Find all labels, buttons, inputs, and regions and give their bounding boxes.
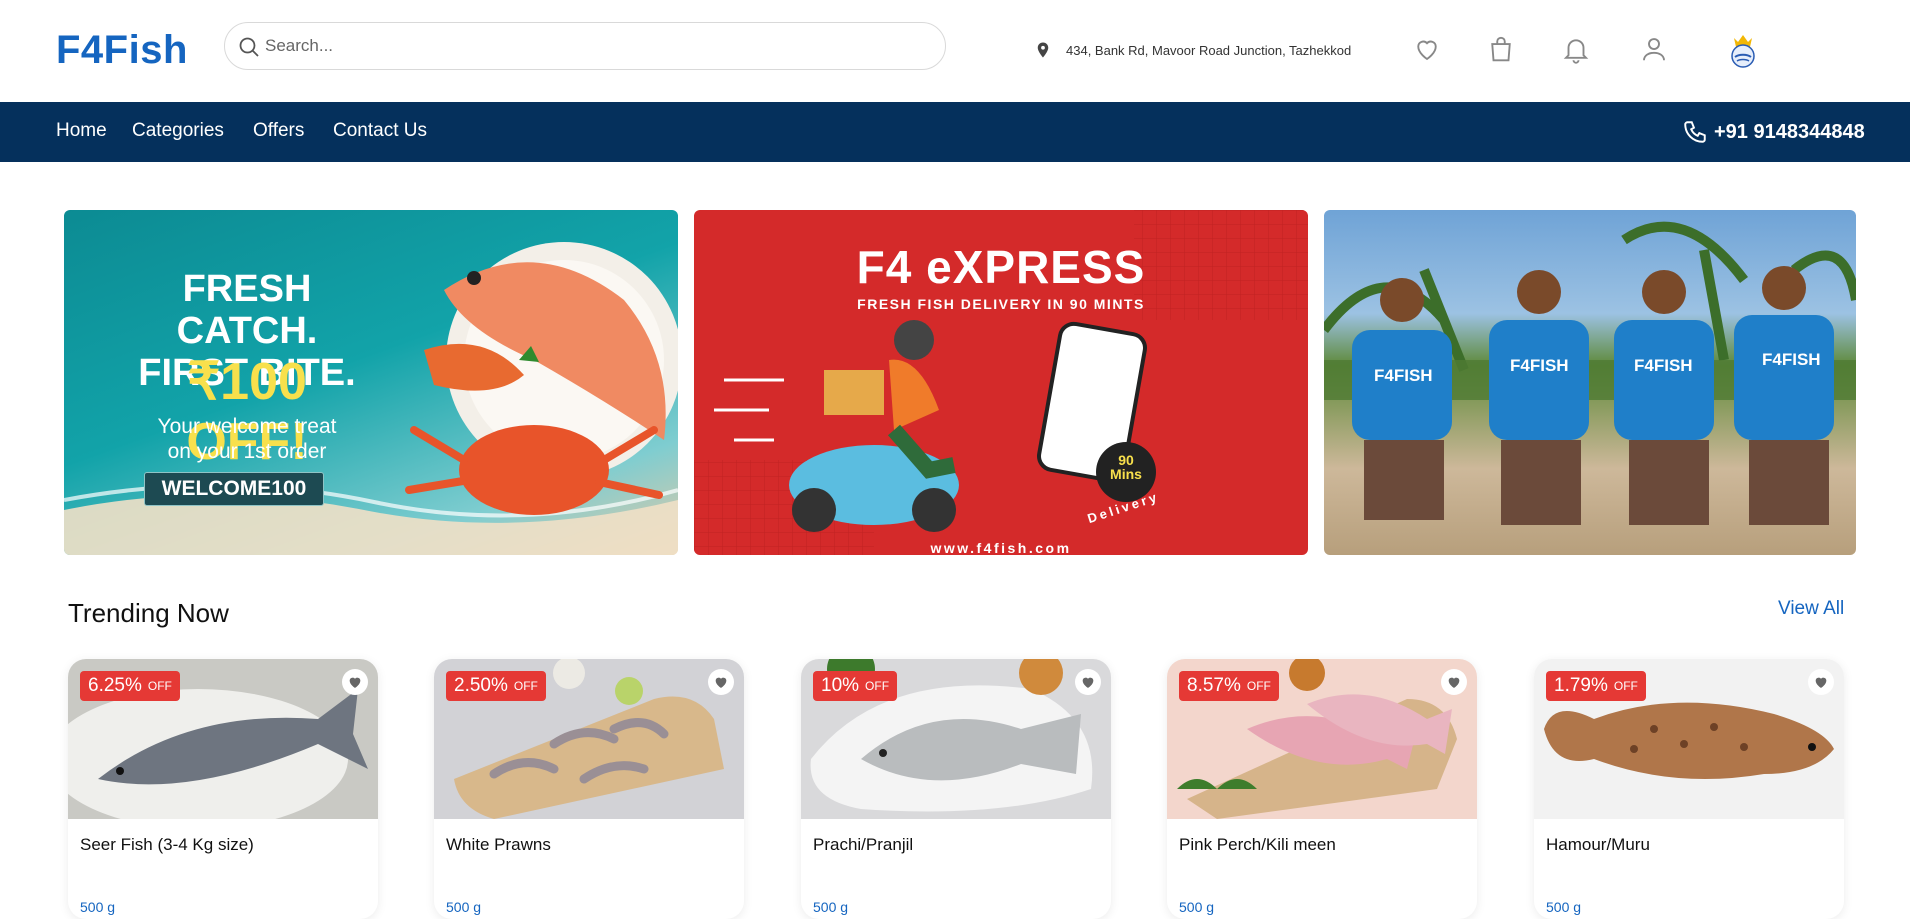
delivery-location[interactable]: 434, Bank Rd, Mavoor Road Junction, Tazh… (1034, 38, 1351, 62)
discount-off-label: OFF (147, 679, 172, 693)
welcome-treat-line-1: Your welcome treat (157, 415, 337, 438)
location-pin-icon (1037, 42, 1049, 58)
banner-fishermen-team[interactable]: F4FISH F4FISH F4FISH F4FISH (1324, 210, 1856, 555)
wishlist-button[interactable] (708, 669, 734, 695)
heart-icon (1448, 677, 1460, 688)
wishlist-button[interactable] (1808, 669, 1834, 695)
heart-icon (1815, 677, 1827, 688)
express-badge: 90 Mins (1098, 453, 1154, 481)
shirt-label-1: F4FISH (1374, 366, 1433, 385)
product-card[interactable]: 1.79% OFF Hamour/Muru 500 g (1534, 659, 1844, 919)
discount-badge: 6.25% OFF (80, 671, 180, 701)
product-name: Seer Fish (3-4 Kg size) (80, 835, 254, 854)
wishlist-button[interactable] (1075, 669, 1101, 695)
shirt-label-3: F4FISH (1634, 356, 1693, 375)
nav-offers[interactable]: Offers (253, 120, 304, 142)
discount-off-label: OFF (1613, 679, 1638, 693)
banner-welcome-offer[interactable]: FRESH CATCH. FIRST BITE. ₹100 OFF! Your … (64, 210, 678, 555)
view-all-link[interactable]: View All (1778, 598, 1844, 620)
product-name: Prachi/Pranjil (813, 835, 914, 854)
section-title-trending: Trending Now (68, 598, 229, 628)
discount-off-label: OFF (865, 679, 890, 693)
wishlist-button[interactable] (1441, 669, 1467, 695)
search-bar[interactable] (224, 22, 946, 70)
discount-percent: 2.50% (454, 675, 508, 696)
product-card[interactable]: 6.25% OFF Seer Fish (3-4 Kg size) 500 g (68, 659, 378, 919)
discount-badge: 2.50% OFF (446, 671, 546, 701)
top-header: F4Fish 434, Bank Rd, Mavoor Road Junctio… (0, 0, 1910, 102)
heart-icon (349, 677, 361, 688)
discount-percent: 8.57% (1187, 675, 1241, 696)
main-nav: Home Categories Offers Contact Us +91 91… (0, 102, 1910, 162)
location-text: 434, Bank Rd, Mavoor Road Junction, Tazh… (1066, 42, 1352, 58)
bell-icon[interactable] (1561, 34, 1591, 64)
promo-code: WELCOME100 (144, 472, 324, 506)
site-logo[interactable]: F4Fish (56, 28, 188, 73)
product-card[interactable]: 2.50% OFF White Prawns 500 g (434, 659, 744, 919)
product-card[interactable]: 8.57% OFF Pink Perch/Kili meen 500 g (1167, 659, 1477, 919)
heart-icon (1082, 677, 1094, 688)
welcome-treat-line-2: on your 1st order (167, 440, 327, 463)
discount-percent: 6.25% (88, 675, 142, 696)
express-url: www.f4fish.com (930, 540, 1072, 555)
discount-badge: 10% OFF (813, 671, 898, 701)
search-input[interactable] (265, 31, 925, 61)
nav-home[interactable]: Home (56, 120, 107, 142)
nav-categories[interactable]: Categories (132, 120, 224, 142)
product-name: White Prawns (446, 835, 551, 854)
banner-express-delivery[interactable]: F4 eXPRESS FRESH FISH DELIVERY IN 90 MIN… (694, 210, 1308, 555)
heart-icon[interactable] (1412, 34, 1442, 64)
express-badge-number: 90 (1118, 452, 1134, 468)
product-card[interactable]: 10% OFF Prachi/Pranjil 500 g (801, 659, 1111, 919)
discount-badge: 1.79% OFF (1546, 671, 1646, 701)
phone-icon (1684, 121, 1706, 143)
express-subtitle: FRESH FISH DELIVERY IN 90 MINTS (857, 296, 1145, 312)
nav-contact-us[interactable]: Contact Us (333, 120, 427, 142)
product-name: Hamour/Muru (1546, 835, 1650, 854)
heart-icon (715, 677, 727, 688)
discount-percent: 1.79% (1554, 675, 1608, 696)
discount-off-label: OFF (1246, 679, 1271, 693)
discount-percent: 10% (821, 675, 860, 696)
express-badge-unit: Mins (1110, 466, 1142, 482)
user-icon[interactable] (1639, 34, 1669, 64)
wishlist-button[interactable] (342, 669, 368, 695)
product-name: Pink Perch/Kili meen (1179, 835, 1336, 854)
welcome-subtext: Your welcome treat on your 1st order (122, 414, 372, 464)
express-title: F4 eXPRESS (856, 241, 1146, 293)
shirt-label-2: F4FISH (1510, 356, 1569, 375)
shopping-bag-icon[interactable] (1486, 34, 1516, 64)
welcome-line-1: FRESH CATCH. (176, 268, 318, 352)
discount-off-label: OFF (513, 679, 538, 693)
discount-badge: 8.57% OFF (1179, 671, 1279, 701)
phone-contact[interactable]: +91 9148344848 (1682, 117, 1865, 147)
shirt-label-4: F4FISH (1762, 350, 1821, 369)
phone-number: +91 9148344848 (1714, 120, 1865, 143)
profile-avatar[interactable] (1724, 30, 1762, 70)
search-icon (239, 37, 259, 57)
